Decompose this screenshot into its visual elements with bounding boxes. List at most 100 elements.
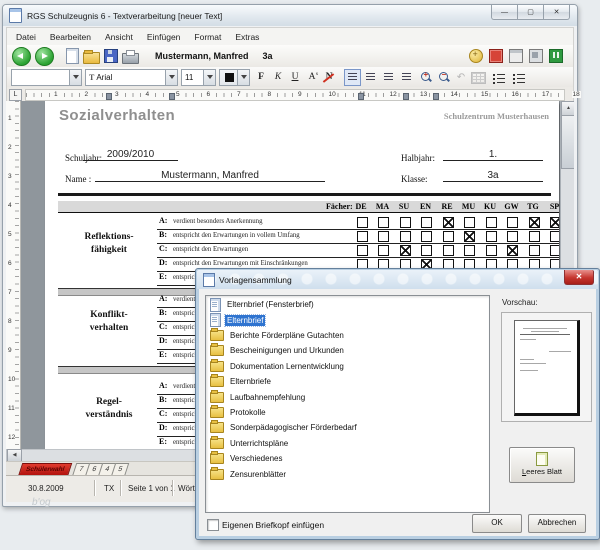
grade-checkbox-c-ku[interactable] [485, 244, 497, 256]
menu-item-datei[interactable]: Datei [9, 30, 43, 44]
chevron-down-icon[interactable] [203, 69, 215, 85]
tab-marker[interactable] [358, 93, 364, 100]
grade-checkbox-a-re[interactable] [442, 216, 454, 228]
underline-button[interactable]: U [287, 69, 303, 86]
grade-checkbox-c-re[interactable] [442, 244, 454, 256]
bold-button[interactable]: F [253, 69, 269, 86]
list-item-sonderp-dagogischer-f-rderbedarf[interactable]: Sonderpädagogischer Förderbedarf [206, 420, 489, 435]
save-icon[interactable] [104, 49, 118, 63]
maximize-button[interactable]: ▢ [517, 5, 544, 20]
image-icon[interactable] [529, 49, 543, 63]
bullet-list-icon[interactable] [492, 72, 506, 83]
numbered-list-icon[interactable] [512, 72, 526, 83]
grade-checkbox-b-de[interactable] [356, 230, 368, 242]
tab-selector[interactable]: L [9, 89, 22, 101]
grade-checkbox-c-mu[interactable] [464, 244, 475, 256]
scrollbar-thumb[interactable] [561, 115, 574, 169]
tab-marker[interactable] [403, 93, 409, 100]
list-item-zensurenbl-tter[interactable]: Zensurenblätter [206, 466, 489, 481]
template-list[interactable]: Elternbrief (Fensterbrief) Elternbrief Ber… [205, 295, 490, 513]
grade-checkbox-c-ma[interactable] [378, 244, 389, 256]
grade-checkbox-a-ma[interactable] [378, 216, 389, 228]
tab-marker[interactable] [433, 93, 439, 100]
new-document-icon[interactable] [66, 48, 79, 64]
cancel-button[interactable]: Abbrechen [528, 514, 586, 533]
tab-marker[interactable] [169, 93, 175, 100]
align-left-button[interactable] [344, 68, 361, 86]
menu-item-extras[interactable]: Extras [228, 30, 266, 44]
horizontal-ruler[interactable]: L 123456789101112131415161718 [6, 87, 581, 102]
chevron-down-icon[interactable] [69, 69, 81, 85]
chevron-down-icon[interactable] [165, 69, 177, 85]
list-item-bescheinigungen-und-urkunden[interactable]: Bescheinigungen und Urkunden [206, 343, 489, 358]
menu-item-ansicht[interactable]: Ansicht [98, 30, 140, 44]
align-center-button[interactable] [362, 69, 379, 86]
blank-sheet-button[interactable]: Leeres Blatt [509, 447, 575, 483]
list-item-unterrichtspl-ne[interactable]: Unterrichtspläne [206, 435, 489, 451]
grade-checkbox-b-ku[interactable] [485, 230, 497, 242]
grade-checkbox-a-mu[interactable] [464, 216, 475, 228]
klasse-value[interactable]: 3a [443, 170, 543, 182]
no-format-button[interactable]: N [321, 69, 337, 86]
list-item-elternbrief-fensterbrief[interactable]: Elternbrief (Fensterbrief) [206, 297, 489, 312]
grade-checkbox-b-ma[interactable] [378, 230, 389, 242]
size-combobox[interactable]: 11 [181, 68, 216, 86]
italic-button[interactable]: K [270, 69, 286, 86]
grade-checkbox-b-sp[interactable] [550, 230, 559, 242]
ok-button[interactable]: OK [472, 514, 522, 533]
grade-checkbox-c-tg[interactable] [528, 244, 540, 256]
print-icon[interactable] [122, 49, 139, 64]
open-icon[interactable] [83, 49, 100, 64]
tab-marker[interactable] [106, 93, 112, 100]
list-item-laufbahnempfehlung[interactable]: Laufbahnempfehlung [206, 389, 489, 404]
grade-checkbox-b-su[interactable] [399, 230, 411, 242]
own-letterhead-checkbox[interactable] [207, 519, 219, 531]
grade-checkbox-a-tg[interactable] [528, 216, 540, 228]
grade-checkbox-b-gw[interactable] [507, 230, 518, 242]
name-value[interactable]: Mustermann, Manfred [95, 170, 325, 182]
menu-item-bearbeiten[interactable]: Bearbeiten [43, 30, 98, 44]
grade-checkbox-b-mu[interactable] [464, 230, 475, 242]
grade-checkbox-c-en[interactable] [421, 244, 432, 256]
grade-checkbox-b-tg[interactable] [528, 230, 540, 242]
schuljahr-value[interactable]: 2009/2010 [83, 149, 178, 161]
close-icon[interactable]: ✕ [564, 270, 594, 285]
align-justify-button[interactable] [398, 69, 415, 86]
grade-checkbox-a-ku[interactable] [485, 216, 497, 228]
list-item-berichte-f-rderpl-ne-gutachten[interactable]: Berichte Förderpläne Gutachten [206, 327, 489, 343]
keypad-icon[interactable] [509, 49, 523, 63]
minimize-button[interactable]: — [491, 5, 518, 20]
dialog-title-bar[interactable]: Vorlagensammlung [197, 270, 598, 289]
grade-checkbox-a-en[interactable] [421, 216, 432, 228]
zoom-in-icon[interactable]: + [420, 70, 433, 84]
table-icon[interactable] [471, 71, 486, 84]
list-item-elternbrief[interactable]: Elternbrief [206, 312, 489, 328]
grade-checkbox-c-de[interactable] [356, 244, 368, 256]
superscript-button[interactable]: A [304, 69, 320, 86]
list-item-elternbriefe[interactable]: Elternbriefe [206, 374, 489, 389]
red-stop-icon[interactable] [489, 49, 503, 63]
align-right-button[interactable] [380, 69, 397, 86]
coin-icon[interactable] [469, 49, 483, 63]
font-combobox[interactable]: T Arial [85, 68, 178, 86]
menu-item-einf-gen[interactable]: Einfügen [140, 30, 188, 44]
forward-button[interactable] [35, 46, 54, 66]
font-color-picker[interactable] [219, 68, 250, 86]
grade-checkbox-a-sp[interactable] [550, 216, 559, 228]
scroll-up-icon[interactable]: ▲ [561, 101, 574, 116]
undo-icon[interactable]: ↶ [454, 72, 468, 83]
grade-checkbox-a-gw[interactable] [507, 216, 518, 228]
list-item-dokumentation-lernentwicklung[interactable]: Dokumentation Lernentwicklung [206, 358, 489, 374]
grade-checkbox-c-gw[interactable] [507, 244, 518, 256]
menu-item-format[interactable]: Format [187, 30, 228, 44]
pause-icon[interactable] [549, 49, 563, 63]
back-button[interactable] [12, 46, 31, 66]
grade-checkbox-b-en[interactable] [421, 230, 432, 242]
chevron-down-icon[interactable] [237, 69, 249, 85]
grade-checkbox-a-de[interactable] [356, 216, 368, 228]
close-button[interactable]: ✕ [543, 5, 570, 20]
vertical-ruler[interactable]: 1 2 3 4 5 6 7 8 9 10 11 12 [6, 101, 21, 449]
style-combobox[interactable] [11, 68, 82, 86]
list-item-protokolle[interactable]: Protokolle [206, 404, 489, 420]
grade-checkbox-c-sp[interactable] [550, 244, 559, 256]
